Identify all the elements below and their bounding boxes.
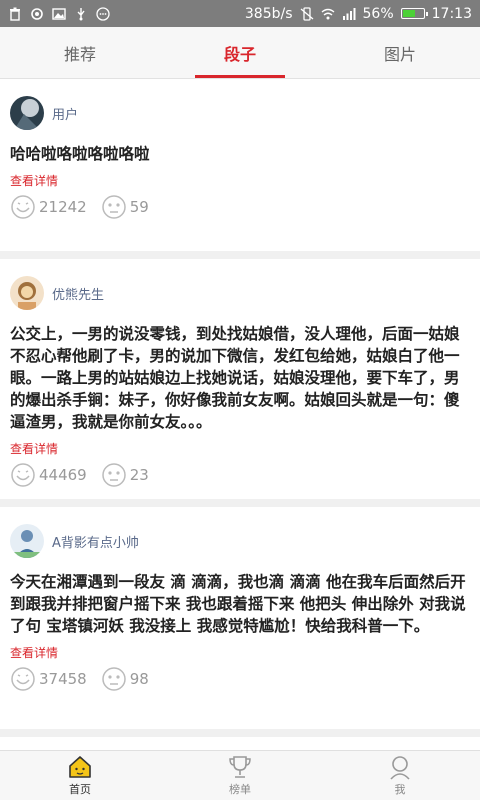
post-stats: 21242 59: [10, 189, 470, 233]
like-count: 44469: [39, 466, 87, 484]
joke-feed[interactable]: 用户 哈哈啦咯啦咯啦咯啦 查看详情 21242 59 优熊先生 公交上，一男的说…: [0, 79, 480, 750]
bottom-navigation: 首页 榜单 我: [0, 750, 480, 800]
nav-ranking[interactable]: 榜单: [160, 751, 320, 800]
vibrate-icon: [300, 6, 313, 21]
view-details-link[interactable]: 查看详情: [10, 172, 58, 189]
post-card: 优熊先生 公交上，一男的说没零钱，到处找姑娘借，没人理他，后面一姑娘不忍心帮他刷…: [0, 259, 480, 499]
usb-icon: [77, 7, 85, 20]
like-count: 37458: [39, 670, 87, 688]
avatar[interactable]: [10, 524, 44, 558]
dislike-count: 98: [129, 670, 149, 688]
avatar[interactable]: [10, 96, 44, 130]
post-card: A背影有点小帅 今天在湘潭遇到一段友 滴 滴滴，我也滴 滴滴 他在我车后面然后开…: [0, 507, 480, 729]
dislike-count: 59: [129, 198, 149, 216]
post-card: [0, 737, 480, 750]
like-button[interactable]: 37458: [10, 666, 87, 692]
view-details-link[interactable]: 查看详情: [10, 644, 58, 661]
signal-icon: [342, 7, 356, 20]
nav-profile[interactable]: 我: [320, 751, 480, 800]
smile-face-icon: [11, 463, 35, 487]
post-stats: 44469 23: [10, 457, 470, 501]
avatar[interactable]: [10, 276, 44, 310]
post-content: 今天在湘潭遇到一段友 滴 滴滴，我也滴 滴滴 他在我车后面然后开到跟我并排把窗户…: [10, 573, 466, 635]
more-icon: [96, 6, 110, 21]
username[interactable]: 用户: [52, 104, 78, 123]
username[interactable]: A背影有点小帅: [52, 532, 139, 551]
like-count: 21242: [39, 198, 87, 216]
post-content: 公交上，一男的说没零钱，到处找姑娘借，没人理他，后面一姑娘不忍心帮他刷了卡，男的…: [10, 325, 460, 431]
category-tabs: 推荐 段子 图片: [0, 27, 480, 79]
battery-percent: 56%: [362, 5, 394, 22]
like-button[interactable]: 21242: [10, 194, 87, 220]
battery-icon: [400, 8, 428, 19]
tab-label: 推荐: [63, 44, 96, 64]
user-icon: [390, 756, 410, 780]
username[interactable]: 优熊先生: [52, 284, 104, 303]
home-icon: [69, 756, 91, 778]
clock: 17:13: [431, 5, 472, 22]
nav-home[interactable]: 首页: [0, 751, 160, 800]
tab-label: 图片: [383, 44, 416, 64]
smile-face-icon: [11, 195, 35, 219]
dislike-button[interactable]: 98: [101, 666, 149, 692]
sad-face-icon: [101, 667, 126, 691]
view-details-link[interactable]: 查看详情: [10, 440, 58, 457]
tab-pictures[interactable]: 图片: [320, 27, 480, 78]
post-author[interactable]: 用户: [10, 79, 470, 135]
image-icon: [52, 7, 66, 20]
smile-face-icon: [11, 667, 35, 691]
like-button[interactable]: 44469: [10, 462, 87, 488]
trophy-icon: [229, 756, 251, 778]
tab-label: 段子: [223, 44, 256, 64]
wifi-icon: [321, 8, 334, 19]
post-author[interactable]: A背影有点小帅: [10, 507, 470, 563]
tab-jokes[interactable]: 段子: [160, 27, 320, 78]
tab-recommend[interactable]: 推荐: [0, 27, 160, 78]
network-speed: 385b/s: [244, 5, 293, 22]
post-stats: 37458 98: [10, 661, 470, 705]
nav-label: 我: [394, 783, 406, 796]
nav-label: 榜单: [229, 783, 251, 796]
trash-icon: [10, 7, 20, 21]
post-card: 用户 哈哈啦咯啦咯啦咯啦 查看详情 21242 59: [0, 79, 480, 251]
dislike-button[interactable]: 23: [101, 462, 149, 488]
post-author[interactable]: 优熊先生: [10, 259, 470, 315]
dislike-button[interactable]: 59: [101, 194, 149, 220]
sync-icon: [31, 7, 43, 20]
dislike-count: 23: [129, 466, 149, 484]
post-content: 哈哈啦咯啦咯啦咯啦: [10, 145, 150, 163]
status-bar: 385b/s 56% 17:13: [0, 0, 480, 27]
sad-face-icon: [101, 195, 126, 219]
sad-face-icon: [101, 463, 126, 487]
nav-label: 首页: [69, 783, 91, 796]
